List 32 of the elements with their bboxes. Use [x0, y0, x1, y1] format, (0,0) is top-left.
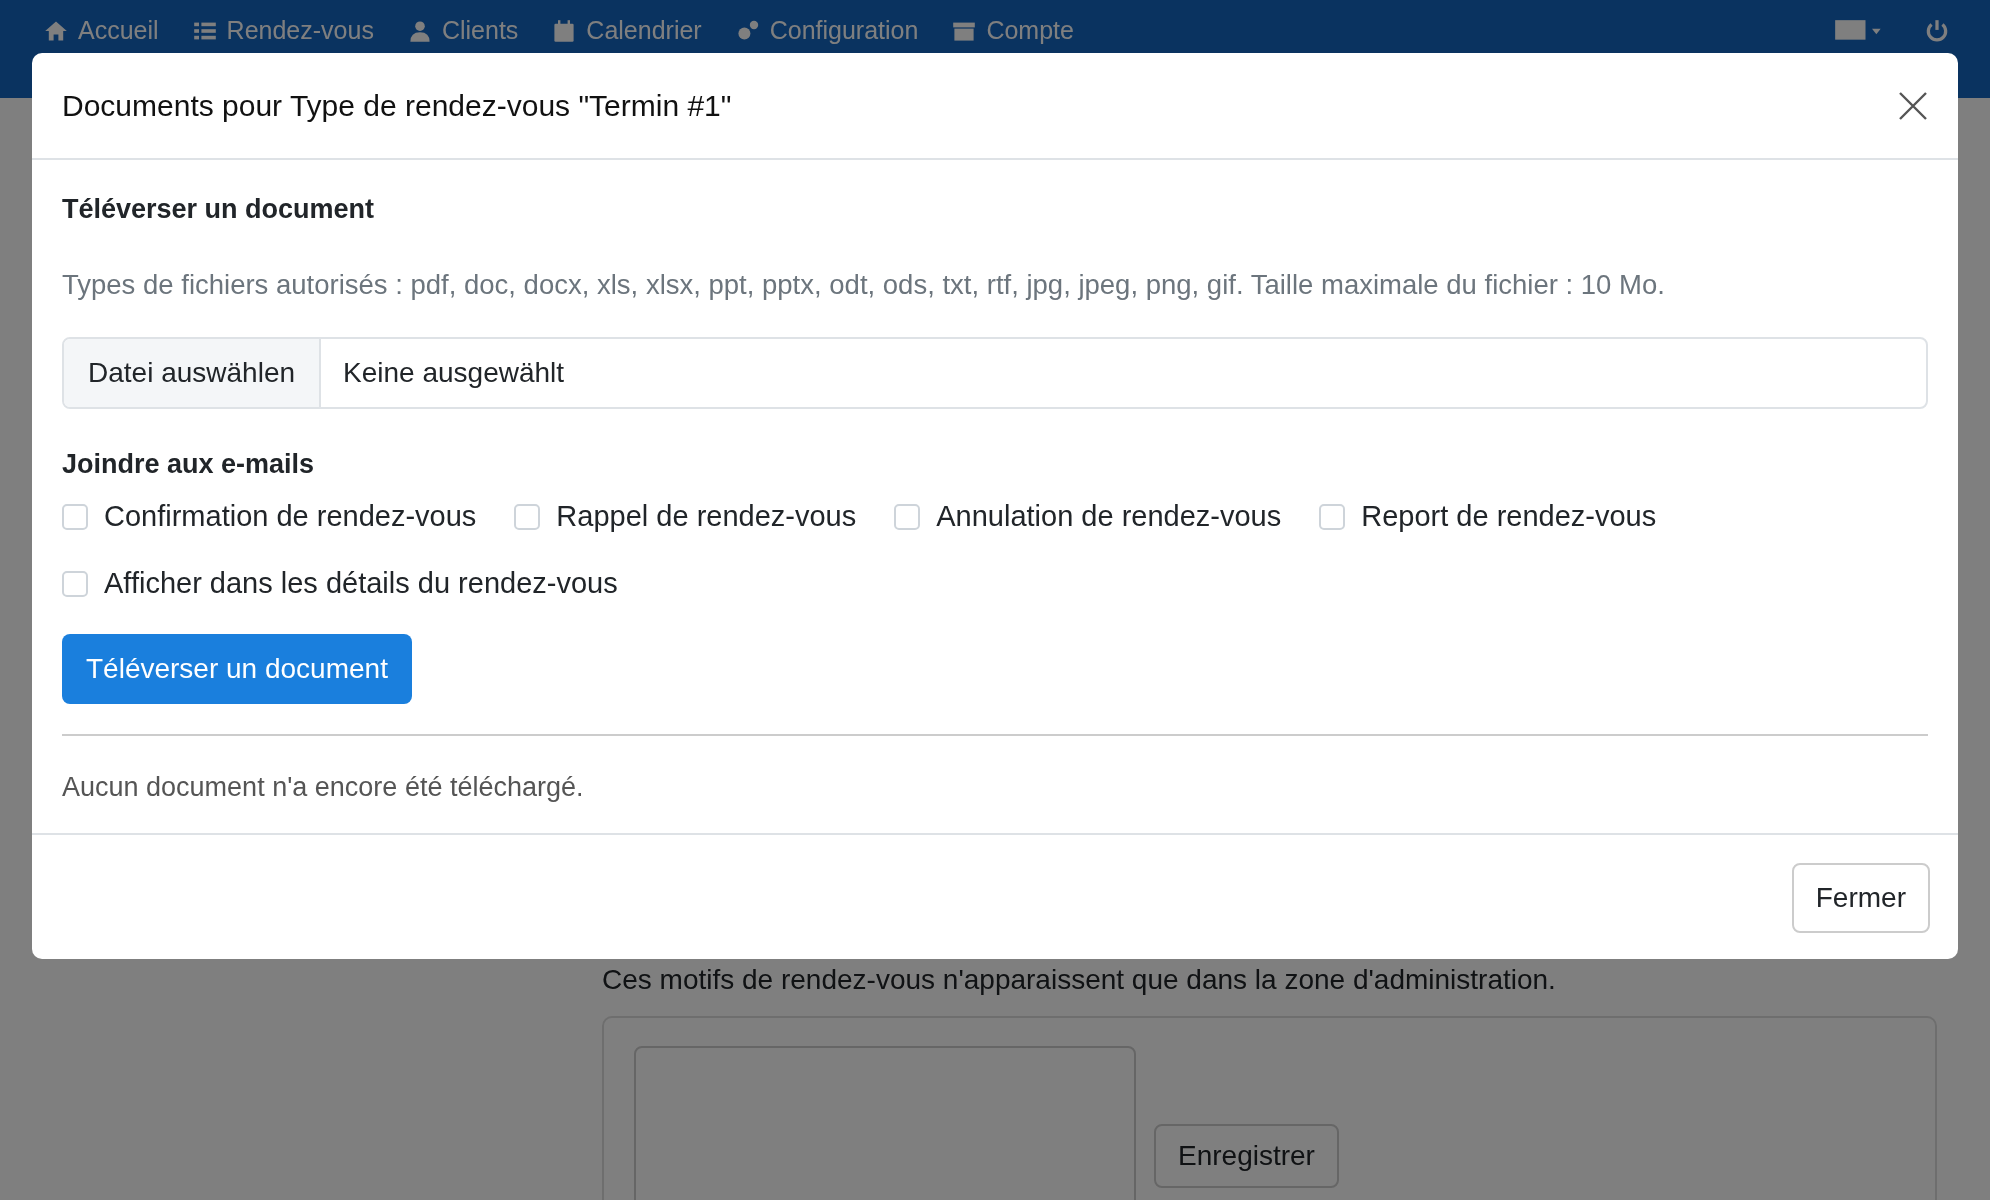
file-input[interactable]: Datei auswählen Keine ausgewählt [62, 337, 1928, 409]
section-heading: Joindre aux e-mails [62, 449, 316, 480]
checkbox-label: Confirmation de rendez-vous [104, 500, 477, 533]
modal-title: Documents pour Type de rendez-vous "Termin #1" [62, 88, 732, 123]
checkbox[interactable] [62, 570, 88, 597]
power-icon[interactable] [1924, 18, 1950, 44]
choose-file-button[interactable]: Datei auswählen [64, 339, 322, 407]
checkbox[interactable] [894, 503, 921, 530]
nav-link[interactable]: Rendez-vous [192, 16, 374, 45]
help-text: Types de fichiers autorisés : pdf, doc, docx, xls, xlsx, ppt, pptx, odt, ods, txt, rtf, jpg, jpeg, png, gif. Taille maximale du fichier : 10 Mo. [62, 269, 1666, 301]
checkbox[interactable] [62, 503, 88, 530]
checkbox-label: Annulation de rendez-vous [936, 500, 1282, 533]
user-icon [407, 18, 432, 43]
upload-button[interactable]: Téléverser un document [62, 634, 412, 704]
save-button[interactable]: Enregistrer [1154, 1124, 1339, 1188]
calendar-icon [552, 18, 577, 43]
checkbox[interactable] [514, 503, 541, 530]
empty-message: Aucun document n'a encore été téléchargé. [62, 772, 585, 803]
nav-link[interactable]: Clients [407, 16, 519, 45]
checkbox-label: Report de rendez-vous [1361, 500, 1657, 533]
info-text: Ces motifs de rendez-vous n'apparaissent que dans la zone d'administration. [602, 964, 1557, 996]
close-button[interactable]: Fermer [1791, 863, 1930, 933]
checkbox[interactable] [1319, 503, 1346, 530]
section-heading: Téléverser un document [62, 194, 376, 225]
nav-link[interactable]: Compte [952, 16, 1074, 45]
nav-link[interactable]: Accueil [44, 16, 159, 45]
checkbox-label: Afficher dans les détails du rendez-vous [104, 567, 618, 600]
close-icon[interactable] [1898, 90, 1928, 121]
checkbox-label: Rappel de rendez-vous [556, 500, 857, 533]
file-name: Keine ausgewählt [342, 356, 566, 390]
nav-link[interactable]: Configuration [735, 16, 919, 45]
nav-link[interactable]: Calendrier [552, 16, 702, 45]
